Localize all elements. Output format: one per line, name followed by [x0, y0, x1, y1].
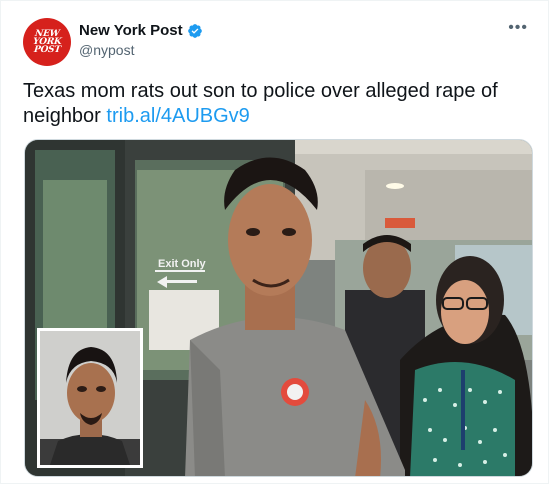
tweet-card: NEW YORK POST New York Post @nypost ••• …: [0, 0, 549, 484]
account-avatar[interactable]: NEW YORK POST: [23, 18, 71, 66]
more-options-icon[interactable]: •••: [508, 20, 528, 36]
account-name[interactable]: New York Post: [79, 22, 183, 39]
mugshot-inset: [37, 328, 143, 468]
verified-badge-icon: [187, 23, 202, 38]
mugshot-image: [40, 331, 140, 465]
account-handle[interactable]: @nypost: [79, 42, 203, 58]
tweet-body-text: Texas mom rats out son to police over al…: [23, 80, 498, 127]
tweet-author: New York Post @nypost: [79, 22, 203, 58]
tweet-link[interactable]: trib.al/4AUBGv9: [106, 105, 249, 127]
exit-only-sign: Exit Only: [158, 258, 207, 270]
avatar-logo-line-3: POST: [33, 45, 61, 55]
tweet-text: Texas mom rats out son to police over al…: [23, 79, 528, 129]
tweet-photo[interactable]: Exit Only: [24, 139, 533, 477]
author-name-row: New York Post: [79, 22, 203, 39]
